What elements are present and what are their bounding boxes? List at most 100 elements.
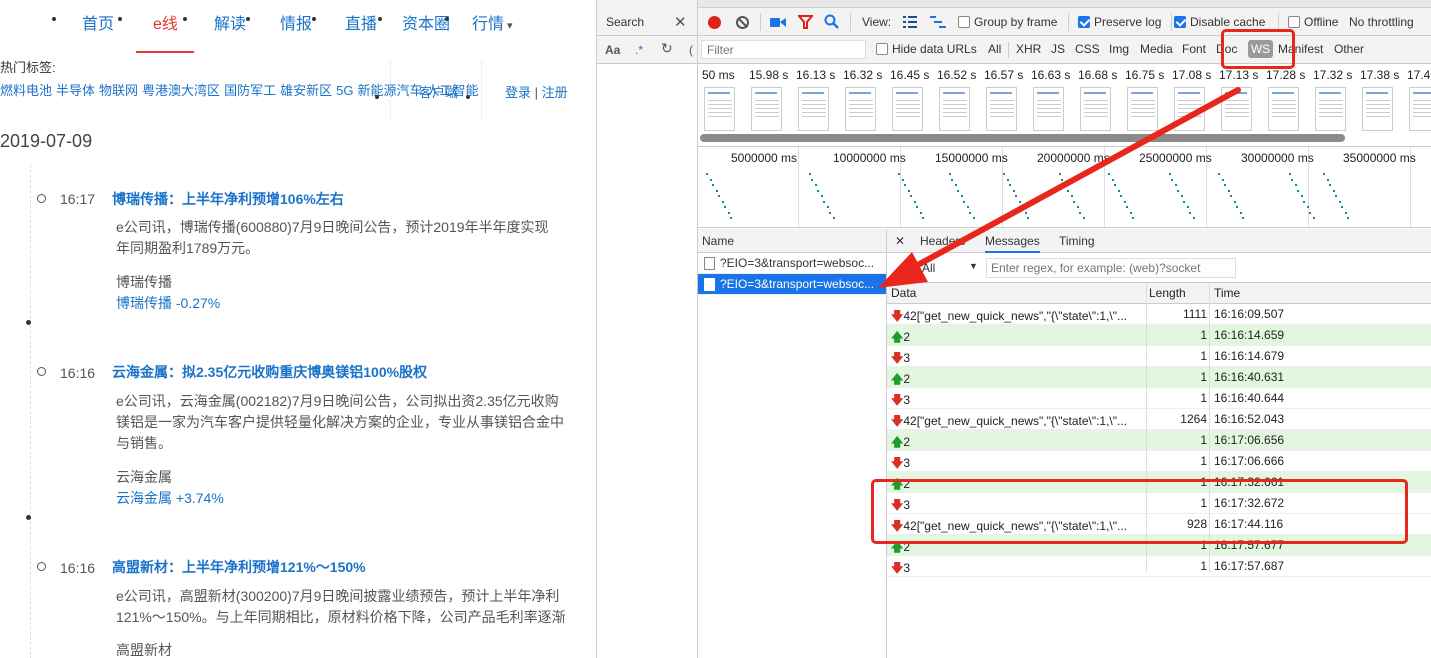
- message-row[interactable]: 🡇3 1 16:16:40.644: [887, 388, 1431, 409]
- name-column-header[interactable]: Name: [698, 229, 886, 253]
- filmstrip-thumbnail[interactable]: [1221, 87, 1252, 131]
- message-row[interactable]: 🡅2 1 16:16:40.631: [887, 367, 1431, 388]
- refresh-icon[interactable]: ↻: [661, 40, 673, 57]
- tab-headers[interactable]: Headers: [920, 234, 965, 248]
- hide-data-urls-checkbox[interactable]: Hide data URLs: [876, 42, 977, 56]
- network-overview[interactable]: 5000000 ms 10000000 ms 15000000 ms 20000000…: [698, 146, 1431, 228]
- filter-icon[interactable]: [798, 15, 813, 30]
- length-column-header[interactable]: Length: [1149, 286, 1186, 300]
- hot-tag[interactable]: 物联网: [99, 83, 138, 98]
- nav-item-eline[interactable]: e线: [153, 10, 178, 34]
- tab-messages[interactable]: Messages: [985, 234, 1040, 253]
- list-view-icon[interactable]: [903, 16, 917, 28]
- filmstrip-thumbnail[interactable]: [1080, 87, 1111, 131]
- filmstrip-thumbnail[interactable]: [1315, 87, 1346, 131]
- record-icon[interactable]: [708, 16, 721, 29]
- message-row[interactable]: 🡇3 1 16:17:57.687: [887, 556, 1431, 577]
- clear-search-icon[interactable]: (: [689, 43, 693, 57]
- message-row[interactable]: 🡅2 1 16:16:14.659: [887, 325, 1431, 346]
- message-time: 16:17:57.687: [1214, 559, 1285, 573]
- filter-type-js[interactable]: JS: [1051, 42, 1065, 56]
- message-payload: 42["get_new_quick_news","{\"state\":1,\"…: [903, 309, 1128, 323]
- hot-tag[interactable]: 粤港澳大湾区: [142, 83, 220, 98]
- client-download-link[interactable]: 客户端: [419, 82, 458, 101]
- register-link[interactable]: 注册: [542, 85, 568, 100]
- hot-tag[interactable]: 燃料电池: [0, 83, 52, 98]
- filmstrip-thumbnail[interactable]: [798, 87, 829, 131]
- stock-change-link[interactable]: 博瑞传播 -0.27%: [116, 293, 220, 313]
- disable-cache-checkbox[interactable]: Disable cache: [1174, 15, 1265, 29]
- search-icon[interactable]: [824, 14, 840, 30]
- filmstrip-thumbnail[interactable]: [892, 87, 923, 131]
- message-row[interactable]: 🡇3 1 16:16:14.679: [887, 346, 1431, 367]
- time-column-header[interactable]: Time: [1214, 286, 1414, 300]
- news-title[interactable]: 博瑞传播：上半年净利预增106%左右: [112, 189, 344, 209]
- filter-type-xhr[interactable]: XHR: [1016, 42, 1041, 56]
- nav-item-capital[interactable]: 资本圈: [402, 10, 450, 34]
- filmstrip-thumbnail[interactable]: [845, 87, 876, 131]
- hot-tag[interactable]: 新能源汽车: [357, 83, 422, 98]
- message-row[interactable]: 🡅2 1 16:17:06.656: [887, 430, 1431, 451]
- toolbar-separator: [850, 13, 851, 31]
- request-row[interactable]: ?EIO=3&transport=websoc...: [698, 253, 886, 274]
- request-row-selected[interactable]: ?EIO=3&transport=websoc...: [698, 274, 886, 295]
- regex-toggle[interactable]: .*: [635, 43, 643, 57]
- filmstrip-time-label: 17.08 s: [1172, 68, 1212, 82]
- message-row[interactable]: 🡇42["get_new_quick_news","{\"state\":1,\…: [887, 409, 1431, 430]
- offline-checkbox[interactable]: Offline: [1288, 15, 1338, 29]
- nav-item-intel[interactable]: 情报: [280, 10, 312, 34]
- filmstrip-thumbnail[interactable]: [1362, 87, 1393, 131]
- message-regex-input[interactable]: [986, 258, 1236, 278]
- data-column-header[interactable]: Data: [891, 286, 1143, 300]
- filmstrip-scrollbar[interactable]: [700, 134, 1345, 142]
- message-row[interactable]: 🡇42["get_new_quick_news","{\"state\":1,\…: [887, 304, 1431, 325]
- filter-type-font[interactable]: Font: [1182, 42, 1206, 56]
- filmstrip-ruler: 50 ms 15.98 s 16.13 s 16.32 s 16.45 s 16.52 s…: [698, 64, 1431, 84]
- tab-timing[interactable]: Timing: [1059, 234, 1095, 248]
- hot-tag[interactable]: 国防军工: [224, 83, 276, 98]
- close-icon[interactable]: ✕: [895, 234, 905, 248]
- filmstrip-thumbnail[interactable]: [704, 87, 735, 131]
- nav-item-market[interactable]: 行情 ▾: [472, 10, 513, 34]
- screenshot-filmstrip[interactable]: [698, 84, 1431, 134]
- filmstrip-thumbnail[interactable]: [1268, 87, 1299, 131]
- throttling-select[interactable]: No throttling: [1349, 15, 1414, 29]
- filter-type-css[interactable]: CSS: [1075, 42, 1100, 56]
- waterfall-view-icon[interactable]: [930, 16, 946, 28]
- preserve-log-checkbox[interactable]: Preserve log: [1078, 15, 1161, 29]
- messages-filterbar: All ▼: [887, 253, 1431, 283]
- message-type-select[interactable]: All: [922, 261, 935, 275]
- filmstrip-thumbnail[interactable]: [1409, 87, 1431, 131]
- group-by-frame-checkbox[interactable]: Group by frame: [958, 15, 1057, 29]
- news-title[interactable]: 云海金属：拟2.35亿元收购重庆博奥镁铝100%股权: [112, 362, 427, 382]
- stock-change-link[interactable]: 云海金属 +3.74%: [116, 488, 224, 508]
- hot-tag[interactable]: 半导体: [56, 83, 95, 98]
- close-icon[interactable]: ✕: [674, 13, 687, 31]
- overview-request-dot: [1230, 195, 1232, 197]
- clear-icon[interactable]: [736, 16, 749, 29]
- nav-item-interpret[interactable]: 解读: [214, 10, 246, 34]
- nav-item-live[interactable]: 直播: [345, 10, 377, 34]
- filter-type-other[interactable]: Other: [1334, 42, 1364, 56]
- filmstrip-thumbnail[interactable]: [751, 87, 782, 131]
- filter-type-media[interactable]: Media: [1140, 42, 1173, 56]
- news-title[interactable]: 高盟新材：上半年净利预增121%～150%: [112, 557, 366, 577]
- match-case-toggle[interactable]: Aa: [605, 43, 620, 57]
- overview-request-dot: [1025, 211, 1027, 214]
- nav-item-home[interactable]: 首页: [82, 10, 114, 34]
- filter-type-all[interactable]: All: [988, 42, 1001, 56]
- hot-tag[interactable]: 雄安新区: [280, 83, 332, 98]
- filter-type-img[interactable]: Img: [1109, 42, 1129, 56]
- search-tab[interactable]: Search: [606, 15, 644, 29]
- filmstrip-thumbnail[interactable]: [1033, 87, 1064, 131]
- hot-tag[interactable]: 5G: [336, 83, 353, 98]
- filmstrip-thumbnail[interactable]: [1174, 87, 1205, 131]
- overview-request-dot: [1120, 195, 1122, 197]
- filmstrip-thumbnail[interactable]: [986, 87, 1017, 131]
- login-link[interactable]: 登录: [505, 85, 531, 100]
- filter-input[interactable]: [701, 40, 866, 59]
- message-row[interactable]: 🡇3 1 16:17:06.666: [887, 451, 1431, 472]
- filmstrip-thumbnail[interactable]: [939, 87, 970, 131]
- video-camera-icon[interactable]: [770, 16, 786, 29]
- filmstrip-thumbnail[interactable]: [1127, 87, 1158, 131]
